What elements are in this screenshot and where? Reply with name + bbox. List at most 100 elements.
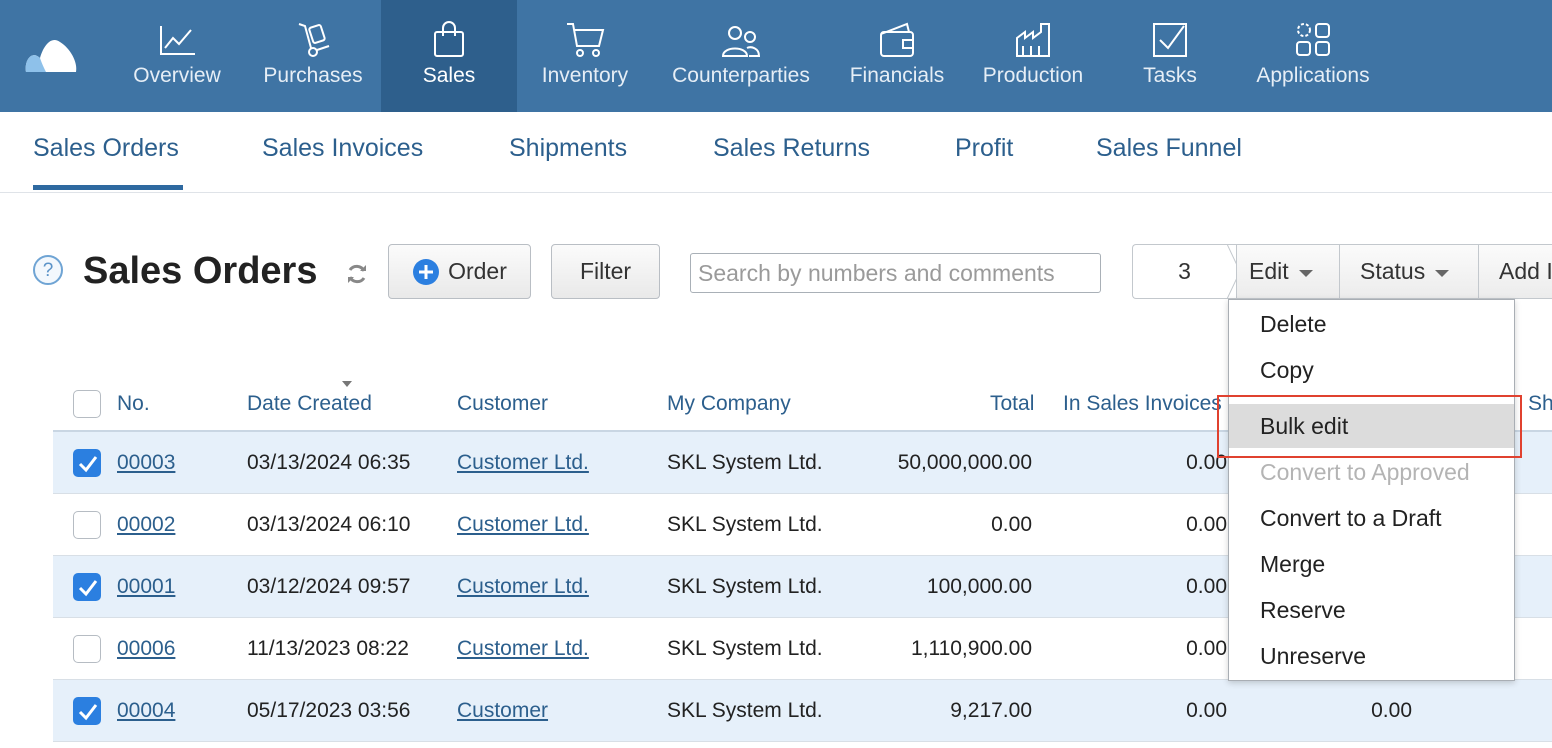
nav-sales[interactable]: Sales: [381, 0, 517, 112]
total-cell: 50,000,000.00: [897, 451, 1032, 474]
nav-financials[interactable]: Financials: [838, 0, 956, 112]
select-all-checkbox[interactable]: [73, 390, 101, 418]
nav-label: Financials: [849, 64, 945, 87]
menu-item-delete[interactable]: Delete: [1229, 302, 1514, 346]
menu-item-copy[interactable]: Copy: [1229, 348, 1514, 392]
column-header-total[interactable]: Total: [990, 392, 1034, 416]
order-number-link[interactable]: 00004: [117, 699, 175, 723]
checkmark-icon: [78, 456, 98, 473]
column-header-customer[interactable]: Customer: [457, 392, 548, 416]
edit-label: Edit: [1249, 258, 1289, 284]
nav-counterparties[interactable]: Counterparties: [660, 0, 822, 112]
status-label: Status: [1360, 258, 1426, 284]
total-cell: 1,110,900.00: [910, 637, 1032, 660]
invoices-cell: 0.00: [1186, 513, 1227, 536]
filter-button[interactable]: Filter: [551, 244, 660, 299]
column-header-no[interactable]: No.: [117, 392, 150, 416]
total-cell: 100,000.00: [926, 575, 1032, 598]
customer-link[interactable]: Customer Ltd.: [457, 451, 589, 475]
menu-item-reserve[interactable]: Reserve: [1229, 588, 1514, 632]
column-header-shipped[interactable]: Sh: [1528, 392, 1552, 416]
customer-link[interactable]: Customer Ltd.: [457, 513, 589, 537]
total-cell: 0.00: [991, 513, 1032, 536]
order-number-link[interactable]: 00001: [117, 575, 175, 599]
add-order-label: Order: [448, 258, 507, 284]
total-cell: 9,217.00: [950, 699, 1032, 722]
order-number-link[interactable]: 00002: [117, 513, 175, 537]
tab-shipments[interactable]: Shipments: [509, 134, 627, 163]
add-label: Add I: [1499, 258, 1552, 284]
customer-link[interactable]: Customer: [457, 699, 548, 723]
column-header-date[interactable]: Date Created: [247, 392, 372, 416]
order-number-link[interactable]: 00006: [117, 637, 175, 661]
app-logo-icon[interactable]: [22, 32, 80, 76]
refresh-icon[interactable]: [345, 262, 369, 286]
chevron-down-icon: [1435, 269, 1450, 277]
date-cell: 11/13/2023 08:22: [247, 637, 409, 660]
row-checkbox[interactable]: [73, 697, 101, 725]
menu-item-unreserve[interactable]: Unreserve: [1229, 634, 1514, 678]
hand-truck-icon: [298, 23, 330, 57]
sub-navigation: Sales Orders Sales Invoices Shipments Sa…: [0, 112, 1552, 193]
row-checkbox[interactable]: [73, 449, 101, 477]
checkbox-icon: [1153, 23, 1187, 57]
column-header-company[interactable]: My Company: [667, 392, 791, 416]
row-checkbox[interactable]: [73, 635, 101, 663]
row-checkbox[interactable]: [73, 511, 101, 539]
active-tab-indicator: [33, 185, 183, 190]
order-number-link[interactable]: 00003: [117, 451, 175, 475]
nav-label: Production: [982, 64, 1084, 87]
invoices-cell: 0.00: [1186, 637, 1227, 660]
page-title: Sales Orders: [83, 250, 318, 292]
edit-dropdown-button[interactable]: Edit: [1236, 244, 1340, 299]
invoices-cell: 0.00: [1186, 699, 1227, 722]
nav-label: Sales: [422, 64, 476, 87]
nav-applications[interactable]: Applications: [1245, 0, 1381, 112]
sort-desc-icon: [342, 381, 352, 387]
nav-label: Applications: [1256, 64, 1370, 87]
nav-inventory[interactable]: Inventory: [530, 0, 640, 112]
tab-sales-orders[interactable]: Sales Orders: [33, 134, 179, 163]
menu-item-merge[interactable]: Merge: [1229, 542, 1514, 586]
edit-dropdown-menu: Delete Copy Bulk edit Convert to Approve…: [1228, 299, 1515, 681]
status-dropdown-button[interactable]: Status: [1339, 244, 1479, 299]
date-cell: 03/12/2024 09:57: [247, 575, 411, 598]
nav-overview[interactable]: Overview: [120, 0, 234, 112]
people-icon: [721, 26, 761, 57]
add-order-button[interactable]: Order: [388, 244, 531, 299]
factory-icon: [1016, 23, 1050, 57]
tab-sales-invoices[interactable]: Sales Invoices: [262, 134, 423, 163]
nav-purchases[interactable]: Purchases: [248, 0, 378, 112]
date-cell: 03/13/2024 06:10: [247, 513, 411, 536]
customer-link[interactable]: Customer Ltd.: [457, 575, 589, 599]
help-icon[interactable]: ?: [33, 255, 63, 285]
nav-label: Tasks: [1143, 64, 1197, 87]
table-row[interactable]: 00004 05/17/2023 03:56 Customer SKL Syst…: [53, 680, 1552, 742]
tab-profit[interactable]: Profit: [955, 134, 1013, 163]
checkmark-icon: [78, 704, 98, 721]
shopping-bag-icon: [434, 21, 464, 57]
menu-item-convert-to-draft[interactable]: Convert to a Draft: [1229, 496, 1514, 540]
invoices-cell: 0.00: [1186, 575, 1227, 598]
nav-label: Purchases: [263, 64, 363, 87]
column-header-invoices[interactable]: In Sales Invoices: [1063, 392, 1222, 416]
tab-sales-returns[interactable]: Sales Returns: [713, 134, 870, 163]
top-navigation: Overview Purchases Sales Inventory Count…: [0, 0, 1552, 112]
apps-grid-icon: [1296, 23, 1330, 56]
row-checkbox[interactable]: [73, 573, 101, 601]
checkmark-icon: [78, 580, 98, 597]
filter-label: Filter: [579, 258, 632, 284]
company-cell: SKL System Ltd.: [667, 637, 823, 660]
nav-production[interactable]: Production: [972, 0, 1094, 112]
tab-sales-funnel[interactable]: Sales Funnel: [1096, 134, 1242, 163]
shipped-cell: 0.00: [1371, 699, 1412, 722]
nav-tasks[interactable]: Tasks: [1120, 0, 1220, 112]
plus-circle-icon: [413, 258, 440, 285]
search-input[interactable]: [690, 253, 1101, 293]
add-dropdown-button[interactable]: Add I: [1478, 244, 1552, 299]
nav-label: Inventory: [541, 64, 629, 87]
customer-link[interactable]: Customer Ltd.: [457, 637, 589, 661]
company-cell: SKL System Ltd.: [667, 699, 823, 722]
company-cell: SKL System Ltd.: [667, 575, 823, 598]
cart-icon: [567, 23, 605, 57]
